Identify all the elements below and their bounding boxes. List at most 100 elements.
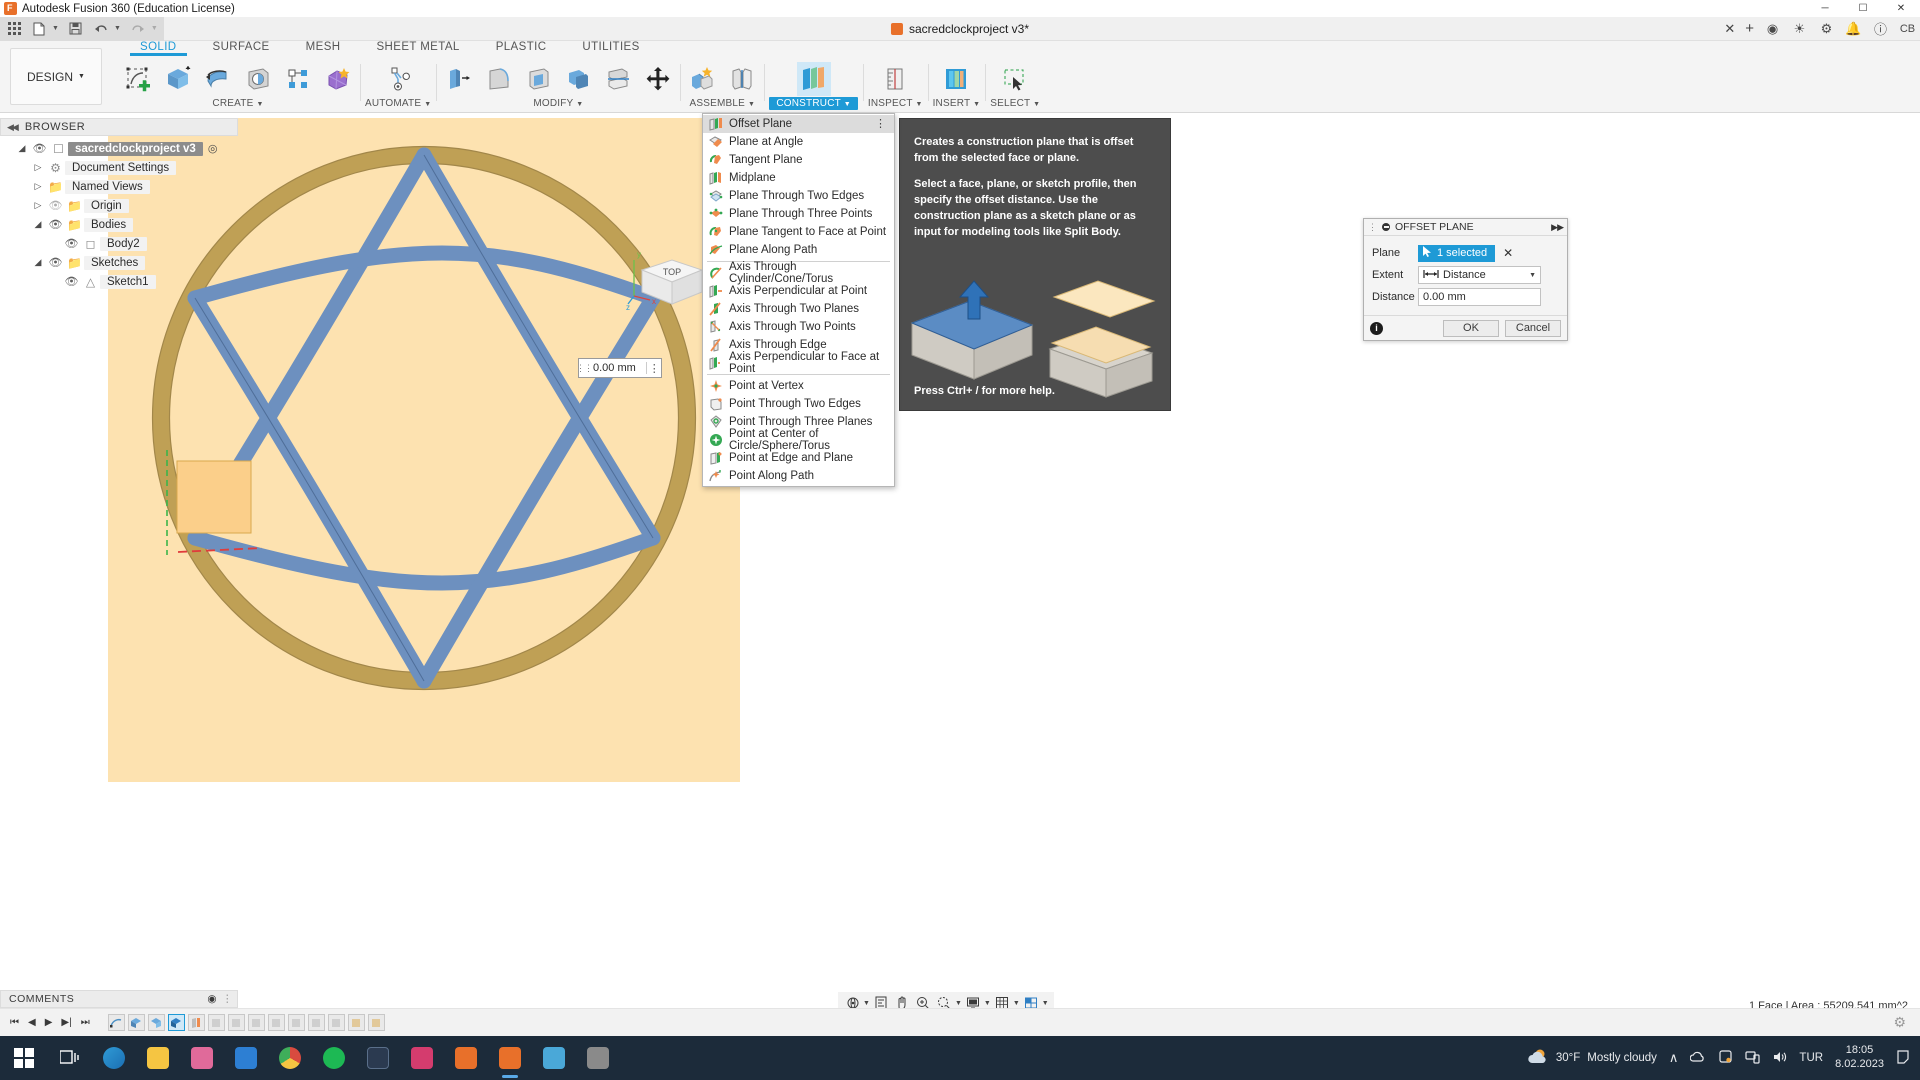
expand-arrow-icon[interactable]: ◢	[30, 257, 46, 268]
tab-close-icon[interactable]: ✕	[1724, 21, 1735, 37]
fillet-button[interactable]	[481, 62, 515, 96]
minimize-button[interactable]: ─	[1806, 0, 1844, 17]
resize-grip-icon[interactable]: ⋮	[222, 993, 233, 1005]
redo-caret-icon[interactable]: ▼	[151, 25, 158, 32]
comments-header[interactable]: COMMENTS ◉ ⋮	[0, 990, 238, 1008]
job-status-icon[interactable]: ⚙	[1818, 21, 1835, 37]
timeline-feature[interactable]	[287, 1014, 305, 1031]
timeline-feature[interactable]	[367, 1014, 385, 1031]
maximize-button[interactable]: ☐	[1844, 0, 1882, 17]
sweep-button[interactable]	[241, 62, 275, 96]
cancel-button[interactable]: Cancel	[1505, 319, 1561, 337]
workspace-selector[interactable]: DESIGN ▼	[10, 48, 102, 105]
undo-icon[interactable]	[93, 21, 109, 37]
tree-item-document-settings[interactable]: ▷ ⚙ Document Settings	[0, 158, 248, 177]
save-icon[interactable]	[68, 21, 84, 37]
clock[interactable]: 18:05 8.02.2023	[1835, 1044, 1884, 1072]
menu-item-point-at-center-of-circle-sphere-torus[interactable]: Point at Center of Circle/Sphere/Torus	[703, 428, 894, 452]
expand-arrow-icon[interactable]: ◢	[14, 143, 30, 154]
chevron-down-icon[interactable]: ▼	[955, 1000, 962, 1007]
visibility-eye-off-icon[interactable]: 👁	[46, 199, 65, 212]
timeline-feature[interactable]	[147, 1014, 165, 1031]
shell-button[interactable]	[521, 62, 555, 96]
collapse-arrow-icon[interactable]: ▷	[30, 162, 46, 173]
menu-item-axis-through-two-points[interactable]: Axis Through Two Points	[703, 318, 894, 336]
skip-start-icon[interactable]: ⏮	[10, 1017, 19, 1028]
view-cube[interactable]: TOP y z x	[626, 248, 712, 322]
insert-derive-button[interactable]	[939, 62, 973, 96]
help-icon[interactable]: ⓘ	[1872, 19, 1889, 38]
visibility-eye-icon[interactable]: 👁	[46, 218, 65, 231]
chevron-down-icon[interactable]: ▼	[973, 101, 980, 108]
chevron-down-icon[interactable]: ▼	[844, 101, 851, 108]
timeline-feature[interactable]	[127, 1014, 145, 1031]
revolve-button[interactable]	[201, 62, 235, 96]
menu-item-axis-through-two-planes[interactable]: Axis Through Two Planes	[703, 300, 894, 318]
split-body-button[interactable]	[601, 62, 635, 96]
radio-target-icon[interactable]: ◎	[208, 142, 218, 155]
timeline-feature[interactable]	[207, 1014, 225, 1031]
info-icon[interactable]: i	[1370, 321, 1383, 335]
tab-plastic[interactable]: PLASTIC	[478, 41, 565, 53]
notification-icon[interactable]	[1896, 1049, 1910, 1067]
tab-solid[interactable]: SOLID	[122, 41, 195, 56]
gear-icon[interactable]: ⚙	[1893, 1014, 1906, 1031]
extrude-button[interactable]	[161, 62, 195, 96]
tree-item-sketches[interactable]: ◢ 👁 📁 Sketches	[0, 253, 248, 272]
edge-icon[interactable]	[92, 1036, 136, 1080]
menu-item-axis-perpendicular-at-point[interactable]: Axis Perpendicular at Point	[703, 282, 894, 300]
tab-sheet-metal[interactable]: SHEET METAL	[358, 41, 477, 53]
construct-offset-plane-button[interactable]	[796, 62, 831, 96]
visibility-eye-icon[interactable]: 👁	[62, 237, 81, 250]
timeline-feature[interactable]	[187, 1014, 205, 1031]
joint-button[interactable]	[725, 62, 759, 96]
extent-dropdown[interactable]: Distance ▼	[1418, 266, 1541, 284]
select-tool-button[interactable]	[998, 62, 1032, 96]
chevron-down-icon[interactable]: ▼	[1033, 101, 1040, 108]
extensions-icon[interactable]: ◉	[1764, 21, 1781, 37]
tray-expand-chevron-icon[interactable]: ∧	[1669, 1050, 1679, 1066]
new-file-caret-icon[interactable]: ▼	[52, 25, 59, 32]
volume-icon[interactable]	[1772, 1050, 1787, 1067]
drag-grip-icon[interactable]: ⋮⋮	[576, 359, 593, 377]
security-icon[interactable]	[1718, 1049, 1733, 1067]
menu-item-offset-plane[interactable]: Offset Plane ⋮	[703, 115, 894, 133]
new-component-button[interactable]	[685, 62, 719, 96]
move-copy-button[interactable]	[641, 62, 675, 96]
pattern-button[interactable]	[281, 62, 315, 96]
new-file-icon[interactable]	[31, 21, 47, 37]
chevron-down-icon[interactable]: ▼	[1042, 1000, 1049, 1007]
combine-button[interactable]	[561, 62, 595, 96]
menu-item-point-along-path[interactable]: Point Along Path	[703, 467, 894, 485]
menu-item-midplane[interactable]: Midplane	[703, 169, 894, 187]
menu-item-plane-tangent-to-face-at-point[interactable]: Plane Tangent to Face at Point	[703, 223, 894, 241]
menu-item-axis-perpendicular-to-face-at-point[interactable]: Axis Perpendicular to Face at Point	[703, 351, 894, 375]
menu-item-plane-through-two-edges[interactable]: Plane Through Two Edges	[703, 187, 894, 205]
tree-item-origin[interactable]: ▷ 👁 📁 Origin	[0, 196, 248, 215]
menu-item-point-at-vertex[interactable]: Point at Vertex	[703, 377, 894, 395]
clear-selection-icon[interactable]: ✕	[1503, 246, 1513, 260]
chevron-down-icon[interactable]: ▼	[1013, 1000, 1020, 1007]
collapse-arrow-icon[interactable]: ▷	[30, 181, 46, 192]
chevron-down-icon[interactable]: ▼	[863, 1000, 870, 1007]
create-sketch-button[interactable]	[121, 62, 155, 96]
chevron-down-icon[interactable]: ▼	[748, 101, 755, 108]
app-grid-icon[interactable]	[6, 21, 22, 37]
windows-start-icon[interactable]	[0, 1048, 48, 1068]
press-pull-button[interactable]	[441, 62, 475, 96]
new-tab-icon[interactable]: +	[1745, 20, 1754, 37]
chevron-down-icon[interactable]: ▼	[1529, 272, 1536, 279]
menu-item-tangent-plane[interactable]: Tangent Plane	[703, 151, 894, 169]
menu-item-point-at-edge-and-plane[interactable]: Point at Edge and Plane	[703, 449, 894, 467]
redo-icon[interactable]	[130, 21, 146, 37]
snip-sketch-icon[interactable]	[576, 1036, 620, 1080]
spotify-icon[interactable]	[312, 1036, 356, 1080]
timeline-feature[interactable]	[227, 1014, 245, 1031]
visibility-eye-icon[interactable]: 👁	[46, 256, 65, 269]
mail-icon[interactable]	[224, 1036, 268, 1080]
visibility-eye-icon[interactable]: 👁	[62, 275, 81, 288]
measure-button[interactable]	[878, 62, 912, 96]
menu-item-axis-through-cylinder-cone-torus[interactable]: Axis Through Cylinder/Cone/Torus	[703, 261, 894, 285]
chevron-down-icon[interactable]: ▼	[915, 101, 922, 108]
ok-button[interactable]: OK	[1443, 319, 1499, 337]
